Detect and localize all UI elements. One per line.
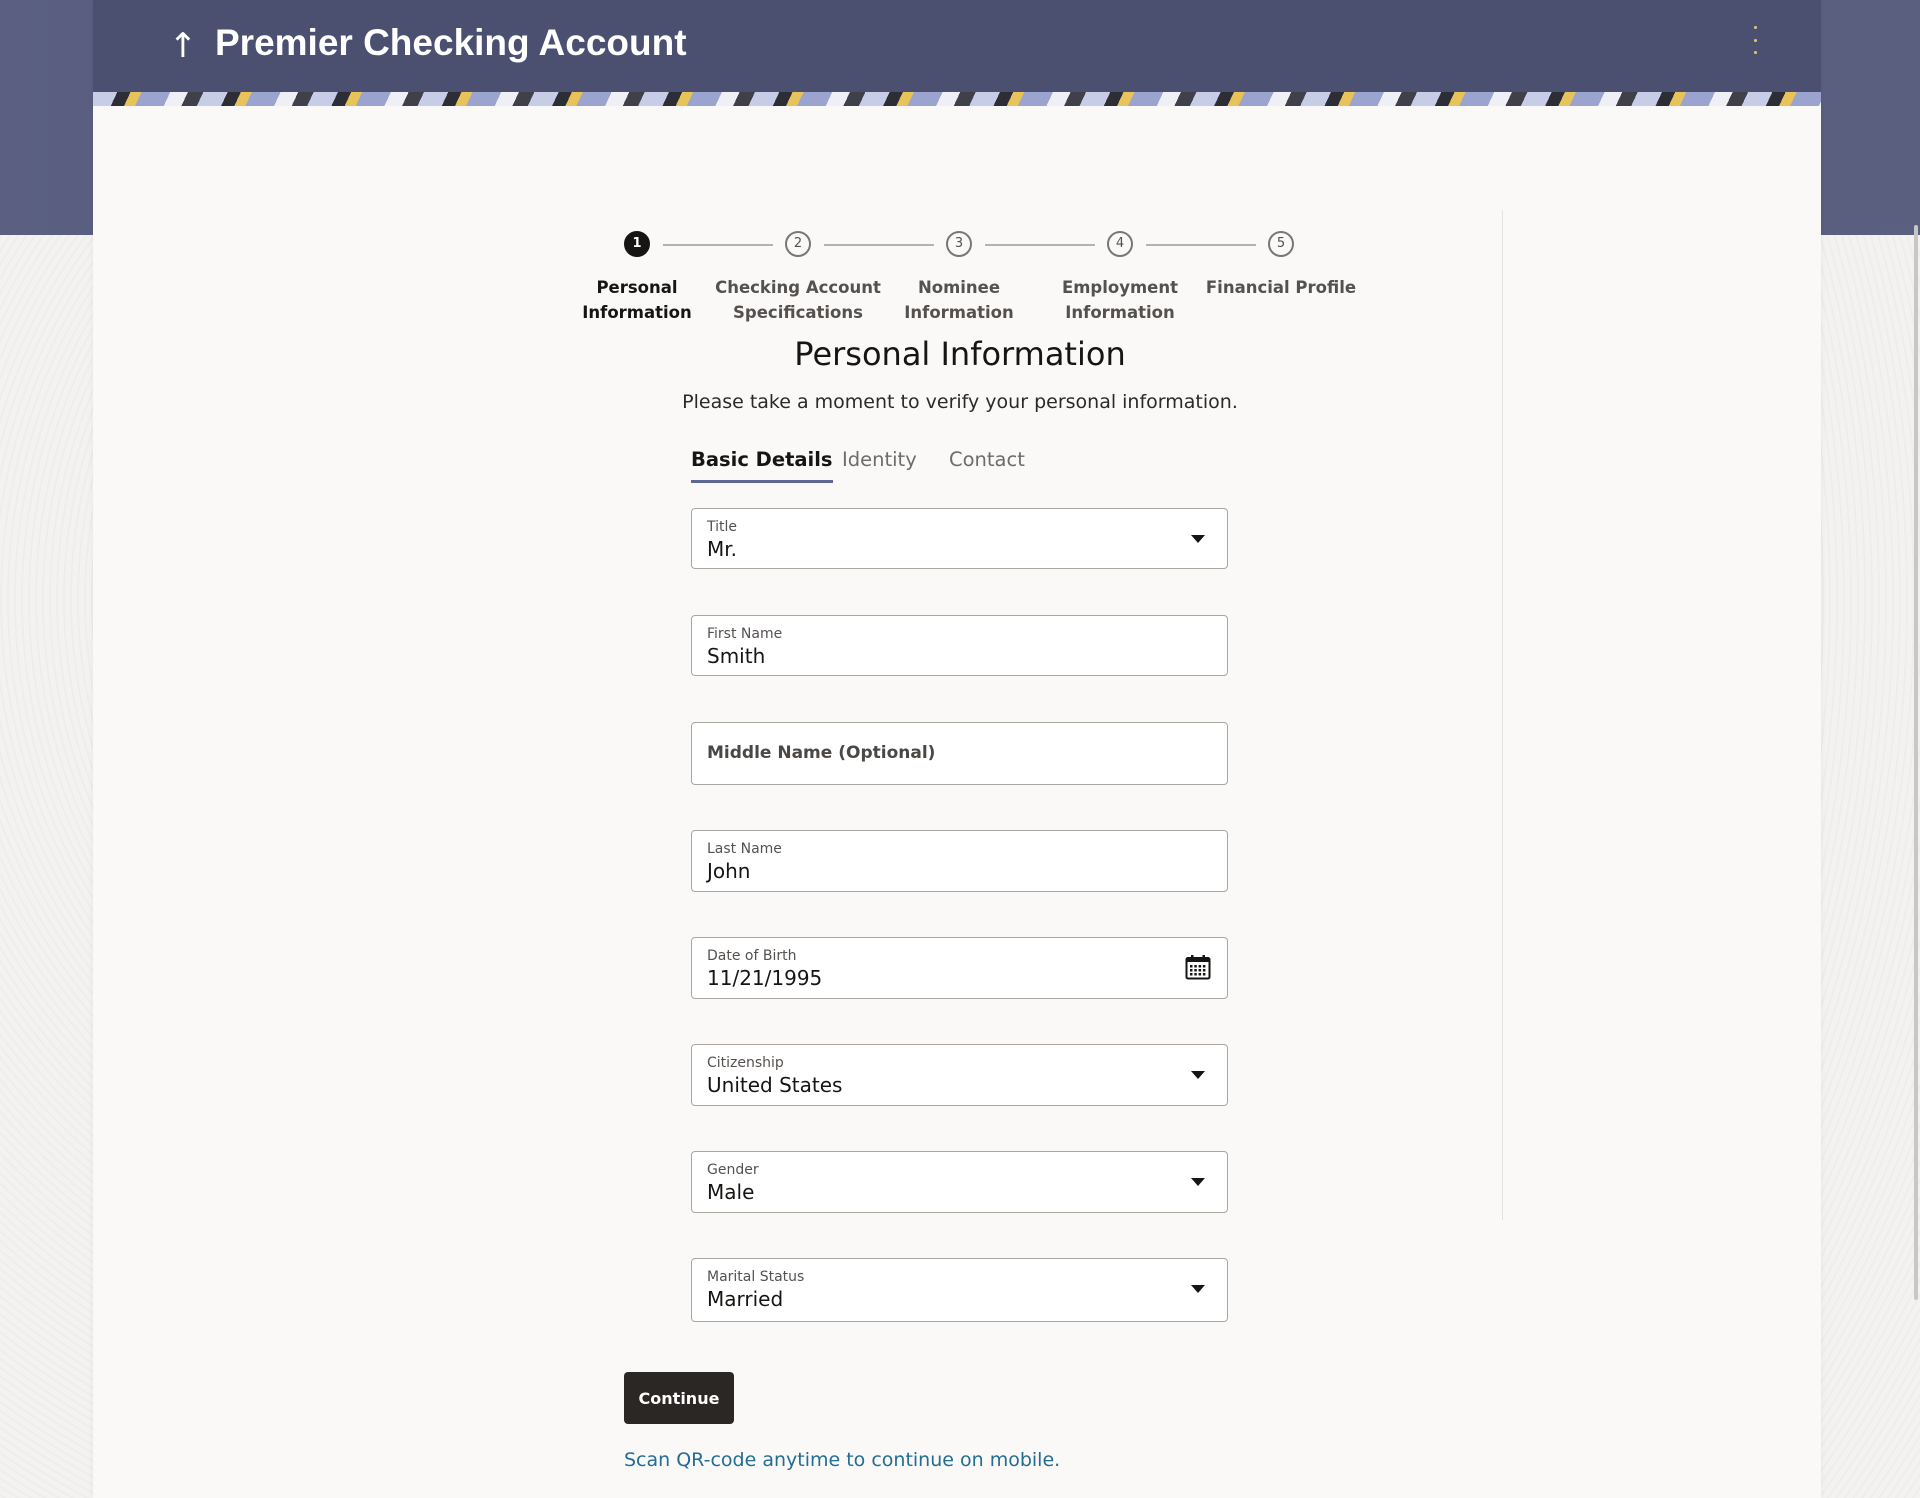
marital-status-value: Married xyxy=(707,1287,784,1311)
step-4-label: Employment Information xyxy=(1061,278,1179,322)
page-title: Premier Checking Account xyxy=(215,22,687,63)
continue-button[interactable]: Continue xyxy=(624,1372,734,1424)
citizenship-value: United States xyxy=(707,1073,843,1097)
middle-name-field[interactable]: Middle Name (Optional) xyxy=(691,722,1228,785)
step-5-indicator[interactable]: 5 xyxy=(1268,231,1294,257)
tab-contact[interactable]: Contact xyxy=(949,448,1025,483)
kebab-menu-icon[interactable] xyxy=(1745,26,1765,54)
last-name-value: John xyxy=(707,859,751,883)
title-select[interactable]: Title Mr. xyxy=(691,508,1228,569)
divider xyxy=(1502,210,1503,1220)
marital-status-select[interactable]: Marital Status Married xyxy=(691,1258,1228,1322)
arrow-up-icon[interactable]: ↑ xyxy=(163,26,203,66)
dob-value: 11/21/1995 xyxy=(707,966,823,990)
qr-code-link[interactable]: Scan QR-code anytime to continue on mobi… xyxy=(624,1449,1060,1471)
first-name-label: First Name xyxy=(707,626,783,642)
step-2-indicator[interactable]: 2 xyxy=(785,231,811,257)
step-connector xyxy=(663,244,773,246)
title-label: Title xyxy=(707,519,738,535)
last-name-field[interactable]: Last Name John xyxy=(691,830,1228,892)
step-1-label: Personal Information xyxy=(582,278,692,322)
step-5-label: Financial Profile xyxy=(1205,278,1357,297)
tab-identity[interactable]: Identity xyxy=(842,448,917,483)
title-value: Mr. xyxy=(707,537,737,561)
last-name-label: Last Name xyxy=(707,841,782,857)
gender-select[interactable]: Gender Male xyxy=(691,1151,1228,1213)
decorative-banner xyxy=(93,92,1821,106)
step-2-label: Checking Account Specifications xyxy=(715,278,881,322)
chevron-down-icon[interactable] xyxy=(1191,1285,1205,1293)
first-name-value: Smith xyxy=(707,644,766,668)
step-3-indicator[interactable]: 3 xyxy=(946,231,972,257)
step-connector xyxy=(824,244,934,246)
step-connector xyxy=(1146,244,1256,246)
citizenship-label: Citizenship xyxy=(707,1055,784,1071)
step-connector xyxy=(985,244,1095,246)
gender-label: Gender xyxy=(707,1162,759,1178)
first-name-field[interactable]: First Name Smith xyxy=(691,615,1228,676)
hero-background-right xyxy=(1822,0,1920,225)
chevron-down-icon[interactable] xyxy=(1191,535,1205,543)
gender-value: Male xyxy=(707,1180,755,1204)
middle-name-placeholder: Middle Name (Optional) xyxy=(707,743,936,763)
calendar-icon[interactable] xyxy=(1185,954,1211,980)
dob-label: Date of Birth xyxy=(707,948,797,964)
marital-status-label: Marital Status xyxy=(707,1269,805,1285)
tab-basic-details[interactable]: Basic Details xyxy=(691,448,833,483)
section-subtitle: Please take a moment to verify your pers… xyxy=(682,391,1238,413)
section-title: Personal Information xyxy=(794,335,1126,373)
chevron-down-icon[interactable] xyxy=(1191,1071,1205,1079)
step-3-label: Nominee Information xyxy=(904,278,1014,322)
date-of-birth-field[interactable]: Date of Birth 11/21/1995 xyxy=(691,937,1228,999)
step-4-indicator[interactable]: 4 xyxy=(1107,231,1133,257)
scrollbar[interactable] xyxy=(1914,225,1918,1300)
step-1-indicator[interactable]: 1 xyxy=(624,231,650,257)
citizenship-select[interactable]: Citizenship United States xyxy=(691,1044,1228,1106)
chevron-down-icon[interactable] xyxy=(1191,1178,1205,1186)
app-header: ↑ Premier Checking Account xyxy=(93,0,1821,92)
